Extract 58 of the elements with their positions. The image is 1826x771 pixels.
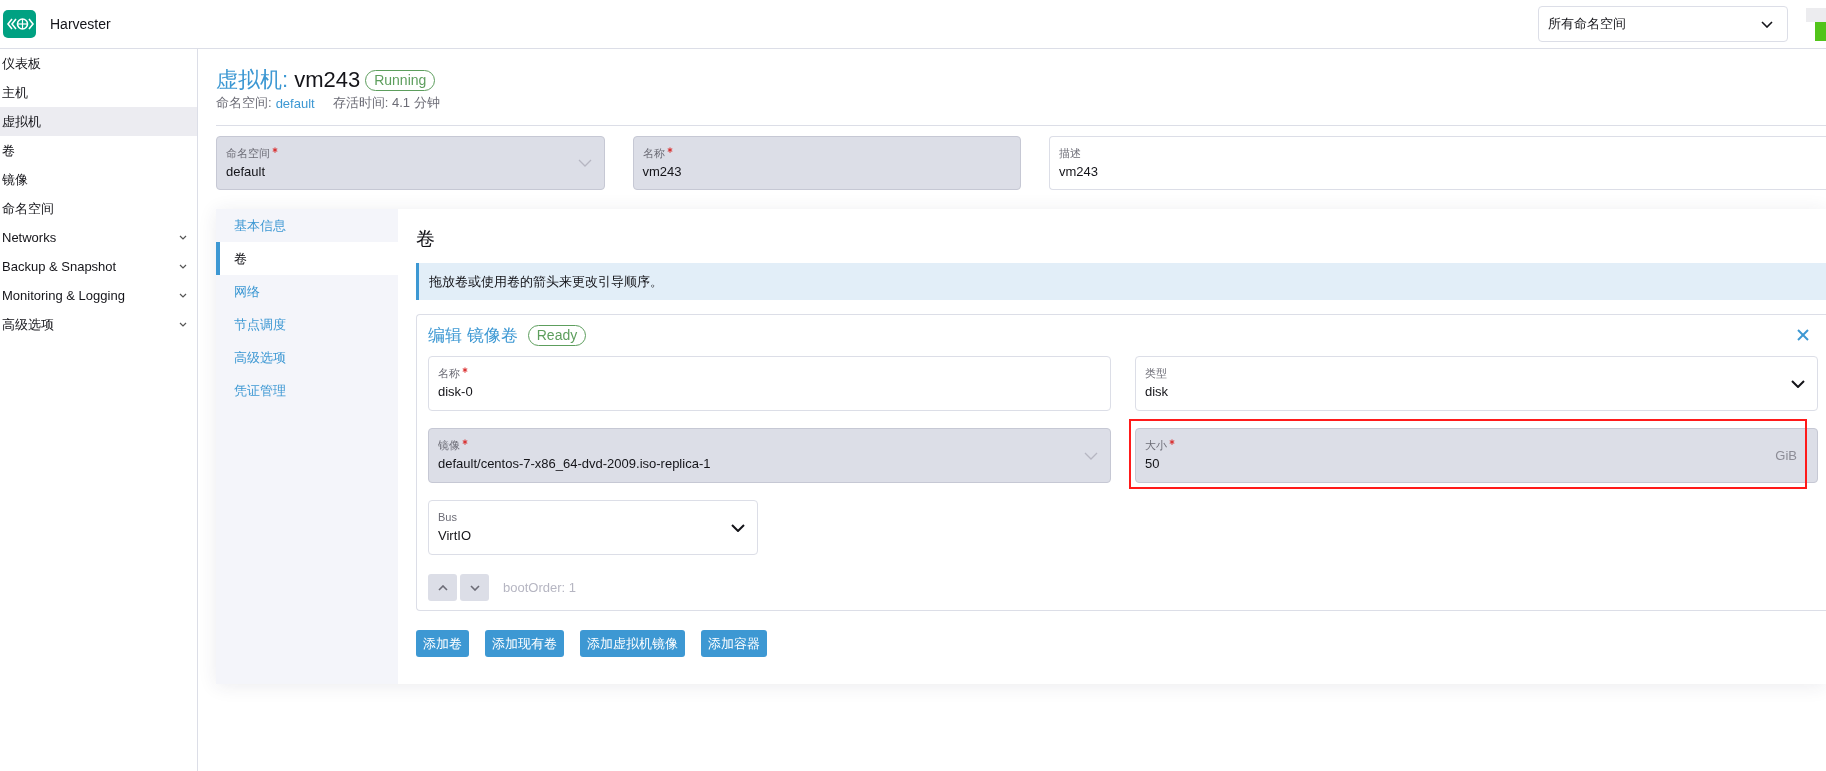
unit-label: GiB xyxy=(1775,448,1797,463)
select-field[interactable]: 类型 disk xyxy=(1135,356,1818,411)
chevron-down-icon xyxy=(179,264,187,269)
select-field[interactable]: Bus VirtIO xyxy=(428,500,758,555)
field-label: 命名空间 xyxy=(226,145,270,160)
chevron-down-icon xyxy=(179,235,187,240)
chevron-down-icon xyxy=(577,159,592,167)
field-label: 类型 xyxy=(1145,366,1167,380)
field-value: 50 xyxy=(1145,455,1161,473)
info-banner: 拖放卷或使用卷的箭头来更改引导顺序。 xyxy=(416,263,1826,300)
chevron-up-icon xyxy=(437,584,448,591)
field-label: 描述 xyxy=(1059,145,1081,160)
sidebar-item[interactable]: 虚拟机 xyxy=(0,107,197,136)
sidebar-item[interactable]: 高级选项 xyxy=(0,310,197,339)
sidebar-item[interactable]: 仪表板 xyxy=(0,49,197,78)
field-label: 镜像 xyxy=(438,438,460,452)
sidebar-item[interactable]: 卷 xyxy=(0,136,197,165)
sidebar-item[interactable]: Monitoring & Logging xyxy=(0,281,197,310)
field-label: 名称 xyxy=(642,145,665,160)
boot-order-text: bootOrder: 1 xyxy=(503,580,576,595)
namespace-select[interactable]: 所有命名空间 xyxy=(1538,6,1788,42)
chevron-down-icon xyxy=(179,322,187,327)
logo-icon xyxy=(3,10,36,38)
vm-name-title: vm243 xyxy=(294,67,361,93)
age-text: 存活时间: 4.1 分钟 xyxy=(332,94,440,112)
sidebar-item[interactable]: 主机 xyxy=(0,78,197,107)
text-field[interactable]: 名称 disk-0 xyxy=(428,356,1111,411)
status-tile-icon xyxy=(1806,8,1826,41)
tab[interactable]: 卷 xyxy=(216,242,398,275)
chevron-down-icon xyxy=(1761,20,1773,28)
field-label: 名称 xyxy=(438,366,460,380)
sidebar-item[interactable]: 镜像 xyxy=(0,165,197,194)
volume-title: 编辑 镜像卷 xyxy=(428,324,518,347)
field-value: VirtIO xyxy=(438,527,472,545)
chevron-down-icon xyxy=(469,584,480,591)
field-value: vm243 xyxy=(642,162,683,181)
text-field[interactable]: 描述 vm243 xyxy=(1049,136,1826,190)
sidebar-item[interactable]: Backup & Snapshot xyxy=(0,252,197,281)
field-value: disk-0 xyxy=(438,383,474,401)
field-value: default/centos-7-x86_64-dvd-2009.iso-replica-1 xyxy=(438,455,712,473)
chevron-down-icon xyxy=(179,293,187,298)
field-label: 大小 xyxy=(1145,438,1167,452)
sidebar-item[interactable]: Networks xyxy=(0,223,197,252)
section-heading: 卷 xyxy=(416,227,436,251)
close-icon xyxy=(1797,329,1809,341)
chevron-down-icon xyxy=(1084,451,1098,460)
field-value: default xyxy=(226,162,267,181)
chevron-down-icon xyxy=(1791,379,1805,388)
move-up-button[interactable] xyxy=(428,574,457,601)
field-label: Bus xyxy=(438,510,457,524)
field-value: disk xyxy=(1145,383,1170,401)
namespace-label: 命名空间: xyxy=(216,94,272,112)
app-name: Harvester xyxy=(50,16,111,32)
sidebar-item[interactable]: 命名空间 xyxy=(0,194,197,223)
move-down-button[interactable] xyxy=(460,574,489,601)
field-value: vm243 xyxy=(1059,162,1100,181)
chevron-down-icon xyxy=(730,523,745,532)
close-button[interactable] xyxy=(1796,328,1810,342)
